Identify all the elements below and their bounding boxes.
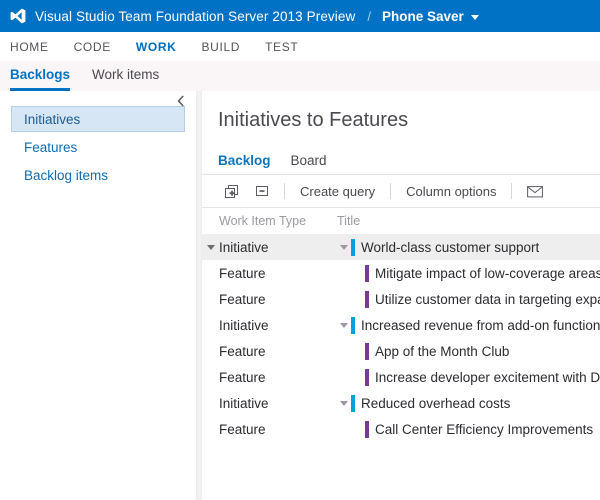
nav-item-work[interactable]: WORK [136,40,177,54]
email-icon [527,185,543,198]
grid-header-row: Work Item Type Title [202,208,600,234]
table-row[interactable]: Feature Call Center Efficiency Improvemen… [202,416,600,442]
cell-title: App of the Month Club [337,338,600,364]
collapse-all-icon [255,184,269,198]
work-item-type-color-bar [351,317,355,334]
toolbar-separator [284,183,285,199]
cell-work-item-type: Initiative [219,240,337,255]
chevron-left-icon[interactable] [174,95,188,109]
cell-work-item-type: Initiative [219,396,337,411]
triangle-down-icon [340,245,348,250]
table-row[interactable]: Feature Utilize customer data in targetin… [202,286,600,312]
page-title: Initiatives to Features [202,91,600,132]
project-name[interactable]: Phone Saver [382,9,464,24]
tree-collapse-icon[interactable] [337,245,351,250]
toolbar-separator [390,183,391,199]
collapse-all-button[interactable] [247,178,277,204]
email-button[interactable] [519,178,551,204]
work-item-title[interactable]: Increased revenue from add-on functional… [361,318,600,333]
work-item-title[interactable]: Mitigate impact of low-coverage areas [375,266,600,281]
expand-all-icon [224,184,239,199]
toolbar-separator [511,183,512,199]
column-options-button[interactable]: Column options [398,178,504,204]
work-item-title[interactable]: Utilize customer data in targeting expan… [375,292,600,307]
column-header-title[interactable]: Title [337,214,600,228]
body-area: Initiatives Features Backlog items Initi… [0,91,600,500]
left-sidebar: Initiatives Features Backlog items [0,91,196,500]
grid-body: Initiative World-class customer support Fe… [202,234,600,442]
table-row[interactable]: Feature Mitigate impact of low-coverage a… [202,260,600,286]
sidebar-item-initiatives[interactable]: Initiatives [11,106,185,132]
grid-toolbar: Create query Column options [202,175,600,208]
visual-studio-logo-icon [10,8,26,24]
subnav-item-backlogs[interactable]: Backlogs [10,67,70,91]
work-item-type-color-bar [365,343,369,360]
work-item-title[interactable]: App of the Month Club [375,344,509,359]
table-row[interactable]: Feature App of the Month Club [202,338,600,364]
work-item-title[interactable]: Call Center Efficiency Improvements [375,422,593,437]
cell-work-item-type: Feature [219,292,337,307]
sidebar-list: Initiatives Features Backlog items [0,106,196,188]
backlog-grid: Work Item Type Title Initiative World-cla… [202,208,600,442]
cell-work-item-type: Initiative [219,318,337,333]
main-panel: Initiatives to Features Backlog Board [202,91,600,500]
pivot-tabs: Backlog Board [202,132,600,175]
cell-title: Utilize customer data in targeting expan… [337,286,600,312]
brand-separator: / [367,9,371,24]
nav-item-test[interactable]: TEST [265,40,298,54]
triangle-down-icon [340,401,348,406]
cell-title: World-class customer support [337,234,600,260]
tab-board[interactable]: Board [291,153,327,168]
work-item-type-color-bar [365,291,369,308]
create-query-button[interactable]: Create query [292,178,383,204]
chevron-down-icon[interactable] [471,15,479,20]
nav-item-home[interactable]: HOME [10,40,49,54]
work-item-type-color-bar [365,421,369,438]
work-item-type-color-bar [365,369,369,386]
row-expander-icon[interactable] [207,245,215,250]
sidebar-item-backlog-items[interactable]: Backlog items [11,162,185,188]
secondary-navigation: Backlogs Work items [0,61,600,91]
sidebar-item-features[interactable]: Features [11,134,185,160]
work-item-type-color-bar [351,239,355,256]
subnav-item-work-items[interactable]: Work items [92,67,159,91]
work-item-title[interactable]: Reduced overhead costs [361,396,510,411]
work-item-type-color-bar [365,265,369,282]
cell-work-item-type: Feature [219,344,337,359]
column-header-work-item-type[interactable]: Work Item Type [219,214,337,228]
table-row[interactable]: Initiative World-class customer support [202,234,600,260]
cell-title: Increased revenue from add-on functional… [337,312,600,338]
tab-backlog[interactable]: Backlog [218,153,271,168]
work-item-title[interactable]: Increase developer excitement with Devel… [375,370,600,385]
cell-title: Call Center Efficiency Improvements [337,416,600,442]
expand-all-button[interactable] [216,178,247,204]
primary-navigation: HOME CODE WORK BUILD TEST [0,32,600,61]
tree-collapse-icon[interactable] [337,323,351,328]
cell-work-item-type: Feature [219,370,337,385]
work-item-type-color-bar [351,395,355,412]
cell-title: Mitigate impact of low-coverage areas [337,260,600,286]
tree-collapse-icon[interactable] [337,401,351,406]
table-row[interactable]: Initiative Reduced overhead costs [202,390,600,416]
nav-item-build[interactable]: BUILD [201,40,240,54]
chevron-left-glyph [177,95,185,107]
top-brand-bar: Visual Studio Team Foundation Server 201… [0,0,600,32]
work-item-title[interactable]: World-class customer support [361,240,539,255]
table-row[interactable]: Initiative Increased revenue from add-on … [202,312,600,338]
cell-work-item-type: Feature [219,266,337,281]
cell-title: Reduced overhead costs [337,390,600,416]
brand-product-name: Visual Studio Team Foundation Server 201… [35,9,355,24]
row-gutter [202,245,219,250]
cell-title: Increase developer excitement with Devel… [337,364,600,390]
nav-item-code[interactable]: CODE [74,40,111,54]
triangle-down-icon [340,323,348,328]
cell-work-item-type: Feature [219,422,337,437]
table-row[interactable]: Feature Increase developer excitement wit… [202,364,600,390]
